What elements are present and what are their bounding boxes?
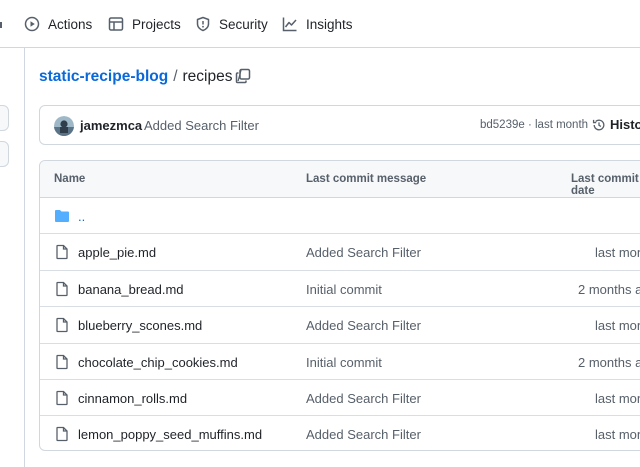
nav-tab-security-label: Security (219, 16, 268, 32)
table-row[interactable]: banana_bread.md Initial commit 2 months … (40, 271, 640, 308)
file-commit-message[interactable]: Added Search Filter (306, 245, 421, 260)
table-header: Name Last commit message Last commit dat… (40, 161, 640, 198)
file-commit-message[interactable]: Added Search Filter (306, 391, 421, 406)
breadcrumb-separator: / (173, 68, 178, 85)
column-header-name: Name (54, 173, 86, 185)
table-row[interactable]: chocolate_chip_cookies.md Initial commit… (40, 344, 640, 380)
file-commit-date: 2 months ago (578, 281, 640, 297)
nav-tab-actions-label: Actions (48, 16, 93, 32)
file-icon (56, 390, 68, 406)
table-row[interactable]: lemon_poppy_seed_muffins.md Added Search… (40, 416, 640, 450)
column-header-message: Last commit message (306, 173, 427, 185)
shield-icon (196, 16, 210, 32)
file-commit-date: 2 months ago (578, 354, 640, 370)
nav-edge-fragment (0, 22, 2, 28)
commit-message-link[interactable]: Added Search Filter (144, 118, 259, 133)
file-name-link[interactable]: cinnamon_rolls.md (78, 391, 187, 406)
copy-path-button[interactable] (233, 66, 253, 86)
file-commit-message[interactable]: Initial commit (306, 355, 382, 370)
commit-author-link[interactable]: jamezmca (80, 118, 142, 133)
file-name-link[interactable]: banana_bread.md (78, 282, 184, 297)
sidebar-search-button[interactable] (0, 141, 9, 167)
file-tree-sidebar (0, 48, 25, 467)
file-commit-message[interactable]: Initial commit (306, 282, 382, 297)
file-commit-date: last month (595, 427, 640, 443)
table-icon (108, 17, 124, 31)
file-commit-message[interactable]: Added Search Filter (306, 318, 421, 333)
column-header-date: Last commit date (571, 173, 639, 197)
file-commit-date: last month (595, 245, 640, 261)
nav-tab-actions[interactable]: Actions (24, 0, 92, 48)
file-commit-date: last month (595, 318, 640, 334)
file-icon (56, 354, 68, 369)
file-name-link[interactable]: lemon_poppy_seed_muffins.md (78, 427, 262, 442)
nav-tab-insights-label: Insights (306, 16, 353, 32)
repo-nav: Actions Projects Security Insights (0, 0, 640, 48)
table-row[interactable]: blueberry_scones.md Added Search Filter … (40, 307, 640, 344)
file-name-link[interactable]: chocolate_chip_cookies.md (78, 355, 238, 370)
file-icon (56, 281, 68, 296)
history-button[interactable]: History (592, 117, 640, 132)
nav-tab-projects[interactable]: Projects (108, 0, 181, 48)
folder-icon (55, 210, 69, 222)
nav-tab-insights[interactable]: Insights (282, 0, 353, 48)
breadcrumb-current-dir: recipes (182, 68, 233, 85)
play-circle-icon (24, 16, 40, 32)
latest-commit-box: jamezmca Added Search Filter bd5239e · l… (39, 105, 640, 145)
file-commit-message[interactable]: Added Search Filter (306, 427, 421, 442)
history-label: History (610, 117, 640, 132)
parent-directory-row[interactable]: .. (40, 198, 640, 235)
file-table: Name Last commit message Last commit dat… (39, 160, 640, 451)
file-commit-date: last month (595, 391, 640, 406)
commit-sha-and-time[interactable]: bd5239e · last month (480, 119, 588, 131)
file-icon (56, 245, 68, 260)
history-icon (592, 119, 605, 130)
file-name-link[interactable]: blueberry_scones.md (78, 318, 202, 333)
file-icon (56, 318, 68, 333)
copy-icon (235, 68, 251, 84)
breadcrumb-repo-link[interactable]: static-recipe-blog (39, 68, 168, 86)
parent-directory-link[interactable]: .. (78, 209, 85, 224)
sidebar-toggle-button[interactable] (0, 105, 9, 131)
table-row[interactable]: apple_pie.md Added Search Filter last mo… (40, 234, 640, 271)
file-name-link[interactable]: apple_pie.md (78, 245, 156, 260)
nav-tab-security[interactable]: Security (195, 0, 268, 48)
graph-icon (282, 17, 297, 32)
breadcrumb: static-recipe-blog / recipes / (39, 66, 247, 88)
avatar[interactable] (54, 116, 74, 136)
file-icon (56, 427, 68, 442)
table-row[interactable]: cinnamon_rolls.md Added Search Filter la… (40, 380, 640, 417)
nav-tab-projects-label: Projects (132, 16, 181, 32)
